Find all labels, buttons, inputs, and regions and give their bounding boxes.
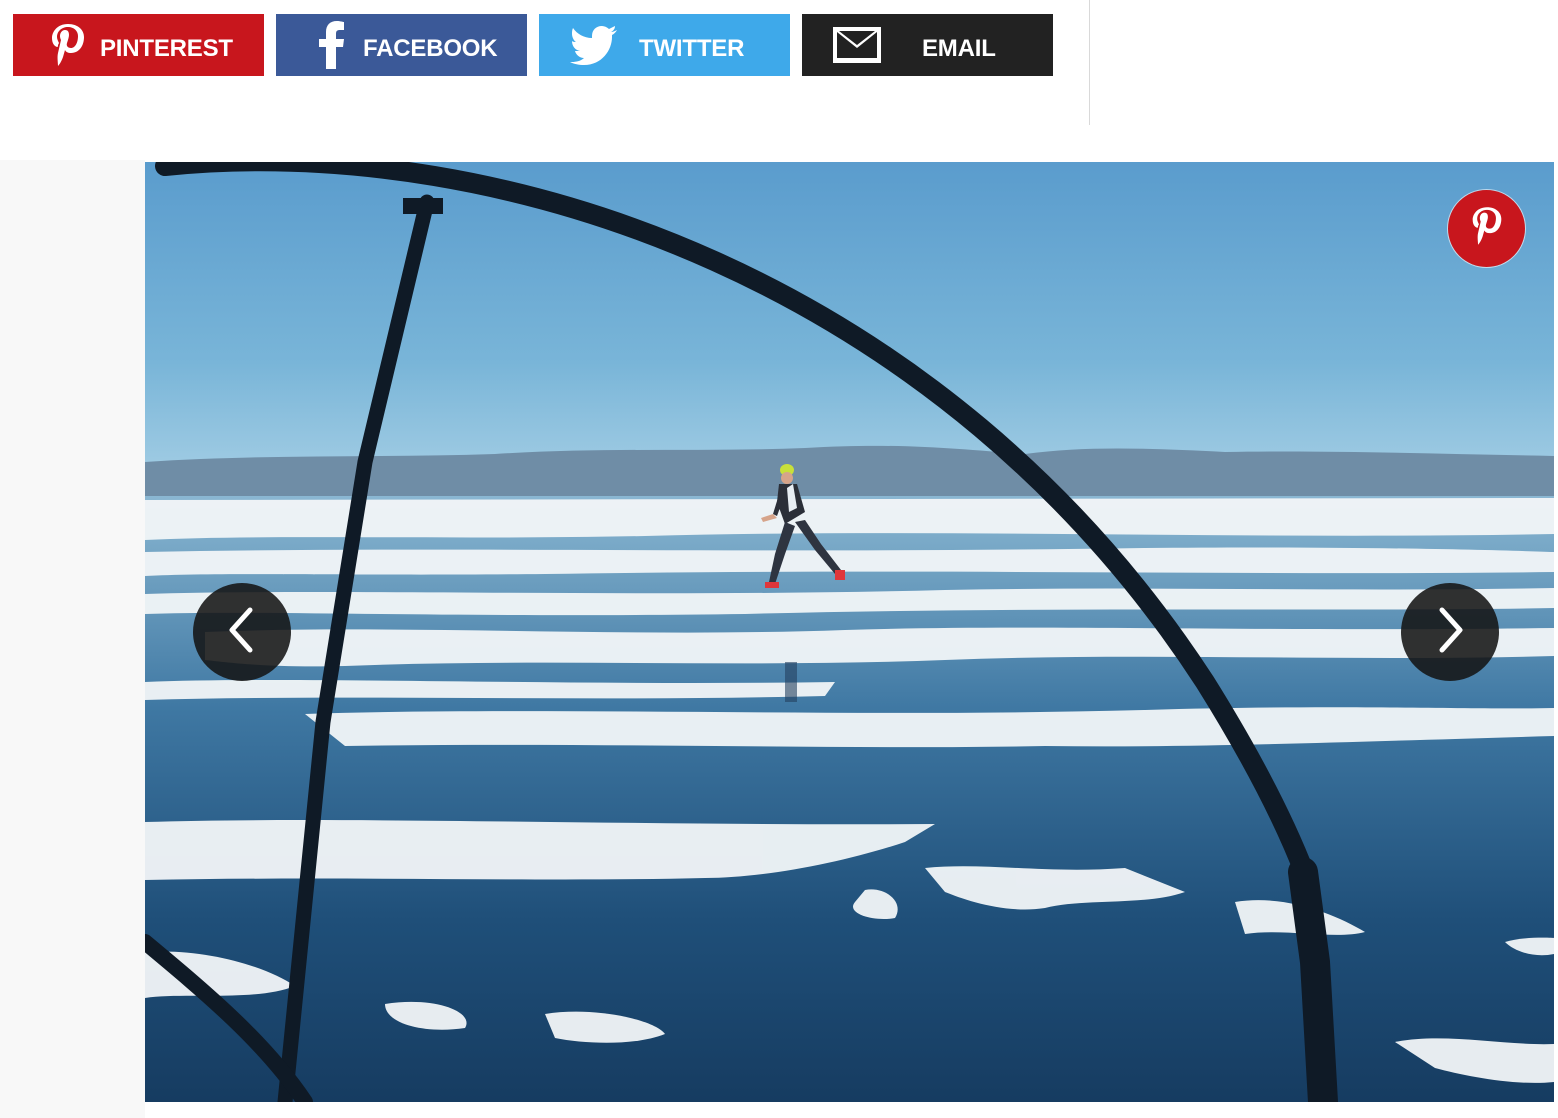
left-gutter	[0, 160, 145, 1118]
frozen-lake-photo	[145, 162, 1554, 1102]
slideshow-image	[145, 162, 1554, 1102]
header-divider	[1089, 0, 1090, 125]
right-edge	[1554, 160, 1558, 1118]
previous-slide-button[interactable]	[193, 583, 291, 681]
twitter-label: TWITTER	[639, 35, 745, 62]
email-share-button[interactable]: EMAIL	[802, 14, 1053, 76]
facebook-share-button[interactable]: FACEBOOK	[276, 14, 527, 76]
pinterest-icon	[1470, 205, 1504, 252]
pin-image-button[interactable]	[1448, 190, 1525, 267]
facebook-icon	[319, 14, 345, 76]
pinterest-icon	[49, 14, 87, 76]
email-label: EMAIL	[922, 35, 996, 62]
envelope-icon	[833, 14, 881, 76]
next-slide-button[interactable]	[1401, 583, 1499, 681]
twitter-share-button[interactable]: TWITTER	[539, 14, 790, 76]
pinterest-share-button[interactable]: PINTEREST	[13, 14, 264, 76]
chevron-left-icon	[222, 606, 262, 659]
chevron-right-icon	[1430, 606, 1470, 659]
facebook-label: FACEBOOK	[363, 35, 498, 62]
twitter-icon	[570, 14, 618, 76]
pinterest-label: PINTEREST	[100, 35, 233, 62]
